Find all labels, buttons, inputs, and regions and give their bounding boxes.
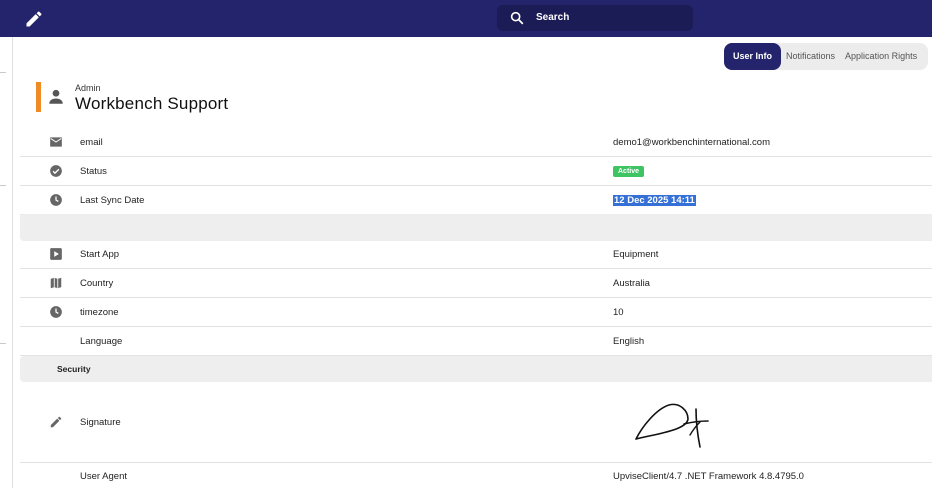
last-sync-value[interactable]: 12 Dec 2025 14:11 <box>613 195 696 206</box>
play-icon <box>49 247 63 261</box>
start-app-value[interactable]: Equipment <box>613 249 658 260</box>
timezone-row: timezone 10 <box>20 298 932 327</box>
status-row: Status Active <box>20 157 932 186</box>
search-placeholder: Search <box>536 12 570 23</box>
signature-label: Signature <box>80 417 121 428</box>
user-agent-row: User Agent UpviseClient/4.7 .NET Framewo… <box>20 462 932 490</box>
gutter-tick <box>0 72 6 73</box>
status-label: Status <box>80 166 107 177</box>
status-value: Active <box>613 166 645 178</box>
pencil-icon[interactable] <box>24 9 44 29</box>
country-value[interactable]: Australia <box>613 278 650 289</box>
person-icon <box>47 88 65 106</box>
pencil-icon <box>49 415 63 429</box>
user-role: Admin <box>75 83 101 93</box>
language-row: Language English <box>20 327 932 356</box>
timezone-value[interactable]: 10 <box>613 307 624 318</box>
country-label: Country <box>80 278 114 289</box>
clock-icon <box>49 193 63 207</box>
email-row: email demo1@workbenchinternational.com <box>20 128 932 157</box>
gutter-tick <box>0 185 6 186</box>
user-agent-value[interactable]: UpviseClient/4.7 .NET Framework 4.8.4795… <box>613 471 804 482</box>
section-divider <box>20 214 932 241</box>
email-label: email <box>80 137 103 148</box>
security-section-header: Security <box>20 356 932 382</box>
gutter-tick <box>0 343 6 344</box>
accent-bar <box>36 82 41 112</box>
signature-image[interactable] <box>614 397 714 449</box>
user-agent-label: User Agent <box>80 471 127 482</box>
email-value[interactable]: demo1@workbenchinternational.com <box>613 137 770 148</box>
check-circle-icon <box>49 164 63 178</box>
timezone-label: timezone <box>80 307 119 318</box>
country-row: Country Australia <box>20 269 932 298</box>
mail-icon <box>49 135 63 149</box>
clock-icon <box>49 305 63 319</box>
tab-user-info[interactable]: User Info <box>724 43 782 70</box>
search-icon <box>509 10 525 26</box>
last-sync-label: Last Sync Date <box>80 195 145 206</box>
tab-notifications[interactable]: Notifications <box>781 43 840 70</box>
start-app-label: Start App <box>80 249 120 260</box>
security-section-label: Security <box>57 364 91 374</box>
selected-text: 12 Dec 2025 14:11 <box>613 195 696 206</box>
left-gutter <box>0 37 13 488</box>
status-badge: Active <box>613 166 645 177</box>
top-bar: Search <box>0 0 932 37</box>
language-value[interactable]: English <box>613 336 644 347</box>
language-label: Language <box>80 336 123 347</box>
map-icon <box>49 276 63 290</box>
tab-application-rights[interactable]: Application Rights <box>840 43 922 70</box>
tab-bar: User Info Notifications Application Righ… <box>724 43 929 70</box>
signature-row: Signature <box>20 382 932 463</box>
page-title: Workbench Support <box>75 94 229 113</box>
last-sync-row: Last Sync Date 12 Dec 2025 14:11 <box>20 186 932 215</box>
start-app-row: Start App Equipment <box>20 240 932 269</box>
search-input[interactable]: Search <box>497 5 693 31</box>
